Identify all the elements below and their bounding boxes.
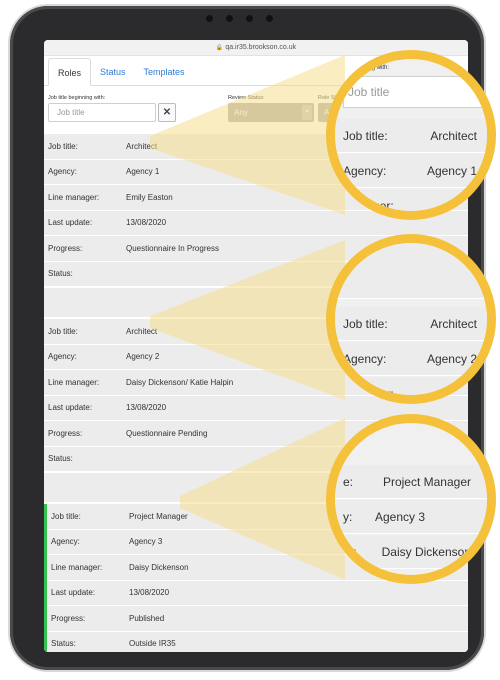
sensor-icon [206,15,213,22]
job-title-search-input[interactable]: Job title [48,103,156,122]
line-manager-value: Daisy Dickenson [129,562,189,572]
table-row: Progress: Published [47,606,468,632]
field-label: Line manager: [51,562,103,572]
review-status-label: Review Status: [228,95,265,101]
chevron-down-icon: ▼ [302,105,312,120]
magnified-row: y: Agency 3 [335,500,487,534]
field-label: Line manager: [48,192,100,202]
field-label: Last update: [48,218,93,228]
line-manager-value: Daisy Dickenson/ Katie Halpin [126,377,234,387]
lock-icon: 🔒 [215,45,224,51]
field-label: Status: [48,454,73,464]
agency-value: Agency 2 [126,352,160,362]
magnified-row: Agency: Agency 1 [335,154,487,188]
agency-value: Agency 1 [126,167,160,177]
field-label: Progress: [51,613,86,623]
field-label: Status: [48,269,73,279]
magnified-row: e: Project Manager [335,465,487,499]
job-title-value: Project Manager [129,511,188,521]
field-label: Job title: [51,511,81,521]
magnified-spacer [335,243,487,299]
url-text: qa.ir35.brookson.co.uk [225,44,297,51]
field-label: Progress: [48,428,83,438]
table-row: Last update: 13/08/2020 [47,581,468,606]
progress-value: Published [129,613,165,623]
field-label: Last update: [48,403,93,413]
camera-icon [226,15,233,22]
agency-value: Agency 3 [129,537,163,547]
magnified-row: ag Daisy Dickenson [335,535,487,569]
review-status-select[interactable]: Any ▼ [228,103,314,122]
job-title-value: Architect [126,141,158,151]
field-label: Agency: [48,352,77,362]
review-status-value: Any [234,108,248,117]
progress-value: Questionnaire Pending [126,428,208,438]
last-update-value: 13/08/2020 [126,403,167,413]
field-label: Status: [51,639,76,649]
field-label: Last update: [51,588,96,598]
field-label: Job title: [48,326,78,336]
tab-roles[interactable]: Roles [48,58,92,86]
field-label: Progress: [48,243,83,253]
clear-search-button[interactable]: ✕ [158,103,176,122]
magnified-row: Job title: Architect [335,307,487,341]
tab-status[interactable]: Status [91,58,135,86]
progress-value: Questionnaire In Progress [126,243,219,253]
last-update-value: 13/08/2020 [126,218,167,228]
magnified-filter-label: beginning with: [349,65,390,71]
table-row: Status: Outside IR35 [47,632,468,653]
magnifier-circle-2: Job title: Architect Agency: Agency 2 ma… [326,234,496,404]
magnified-search-input: Job title [343,76,483,108]
magnifier-circle-3: e: Project Manager y: Agency 3 ag Daisy … [326,414,496,584]
tab-templates[interactable]: Templates [135,58,194,86]
field-label: Line manager: [48,377,100,387]
magnified-row: Job title: Architect [335,119,487,153]
line-manager-value: Emily Easton [126,192,173,202]
field-label: Agency: [48,167,77,177]
sensor-icon [246,15,253,22]
field-label: Agency: [51,537,80,547]
magnifier-circle-1: beginning with: Job title Job title: Arc… [326,50,496,220]
last-update-value: 13/08/2020 [129,588,170,598]
status-value: Outside IR35 [129,639,176,649]
job-title-value: Architect [126,326,158,336]
sensor-icon [266,15,273,22]
field-label: Job title: [48,141,78,151]
job-title-filter-label: Job title beginning with: [48,95,106,101]
magnified-row: Agency: Agency 2 [335,342,487,376]
